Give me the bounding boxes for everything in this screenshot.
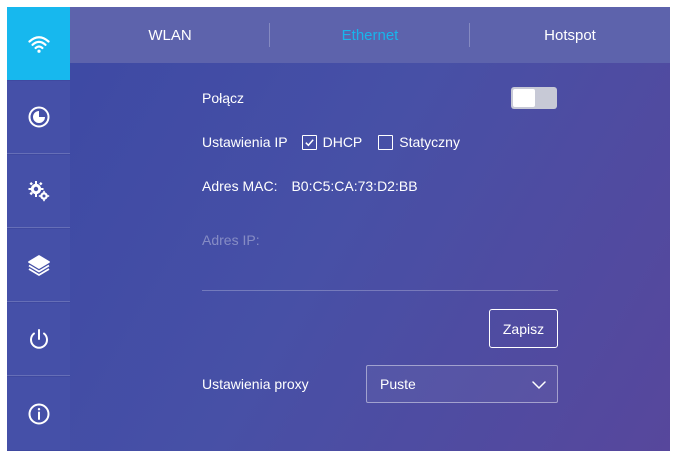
connect-toggle[interactable] (511, 87, 557, 109)
toggle-knob (513, 89, 535, 107)
tab-ethernet-label: Ethernet (341, 26, 399, 44)
settings-gears-icon (28, 181, 49, 202)
app-window: WLAN Ethernet Hotspot Połącz Ustawienia … (7, 7, 670, 451)
pie-chart-icon (28, 106, 49, 128)
static-label: Statyczny (399, 134, 460, 150)
connect-row: Połącz (202, 90, 244, 106)
sidebar-item-network[interactable] (7, 7, 70, 80)
power-icon (29, 329, 48, 349)
dhcp-option[interactable]: DHCP (301, 134, 363, 150)
proxy-label: Ustawienia proxy (202, 376, 309, 392)
tab-hotspot-label: Hotspot (544, 26, 596, 44)
mac-value: B0:C5:CA:73:D2:BB (291, 178, 418, 194)
divider (202, 290, 558, 291)
ip-settings-row: Ustawienia IP DHCP Statyczny (202, 134, 460, 150)
sidebar-item-power[interactable] (7, 303, 70, 376)
checkmark-icon (304, 138, 314, 146)
mac-label: Adres MAC: (202, 178, 278, 194)
mac-row: Adres MAC: B0:C5:CA:73:D2:BB (202, 178, 418, 194)
save-button[interactable]: Zapisz (489, 309, 558, 348)
wifi-icon (27, 35, 50, 53)
dhcp-label: DHCP (322, 134, 363, 150)
ip-row: Adres IP: (202, 232, 260, 248)
sidebar-item-info[interactable] (7, 377, 70, 450)
connect-label: Połącz (202, 90, 245, 106)
ip-settings-label: Ustawienia IP (202, 134, 288, 150)
sidebar-item-settings[interactable] (7, 155, 70, 228)
tab-hotspot[interactable]: Hotspot (470, 7, 670, 63)
dhcp-checkbox[interactable] (301, 134, 317, 150)
sidebar-item-statistics[interactable] (7, 81, 70, 154)
sidebar-item-layers[interactable] (7, 229, 70, 302)
tab-wlan[interactable]: WLAN (70, 7, 270, 63)
proxy-select-value: Puste (380, 376, 416, 392)
ip-label: Adres IP: (202, 232, 260, 248)
proxy-row: Ustawienia proxy (202, 376, 309, 392)
chevron-down-icon (532, 381, 546, 390)
tab-ethernet[interactable]: Ethernet (270, 7, 470, 63)
tab-bar: WLAN Ethernet Hotspot (70, 7, 670, 63)
info-icon (28, 403, 49, 424)
tab-wlan-label: WLAN (148, 26, 192, 44)
proxy-select[interactable]: Puste (366, 365, 558, 403)
sidebar (7, 7, 70, 451)
main-panel: WLAN Ethernet Hotspot Połącz Ustawienia … (70, 7, 670, 451)
static-option[interactable]: Statyczny (378, 134, 460, 150)
static-checkbox[interactable] (378, 134, 394, 150)
layers-icon (27, 255, 50, 276)
